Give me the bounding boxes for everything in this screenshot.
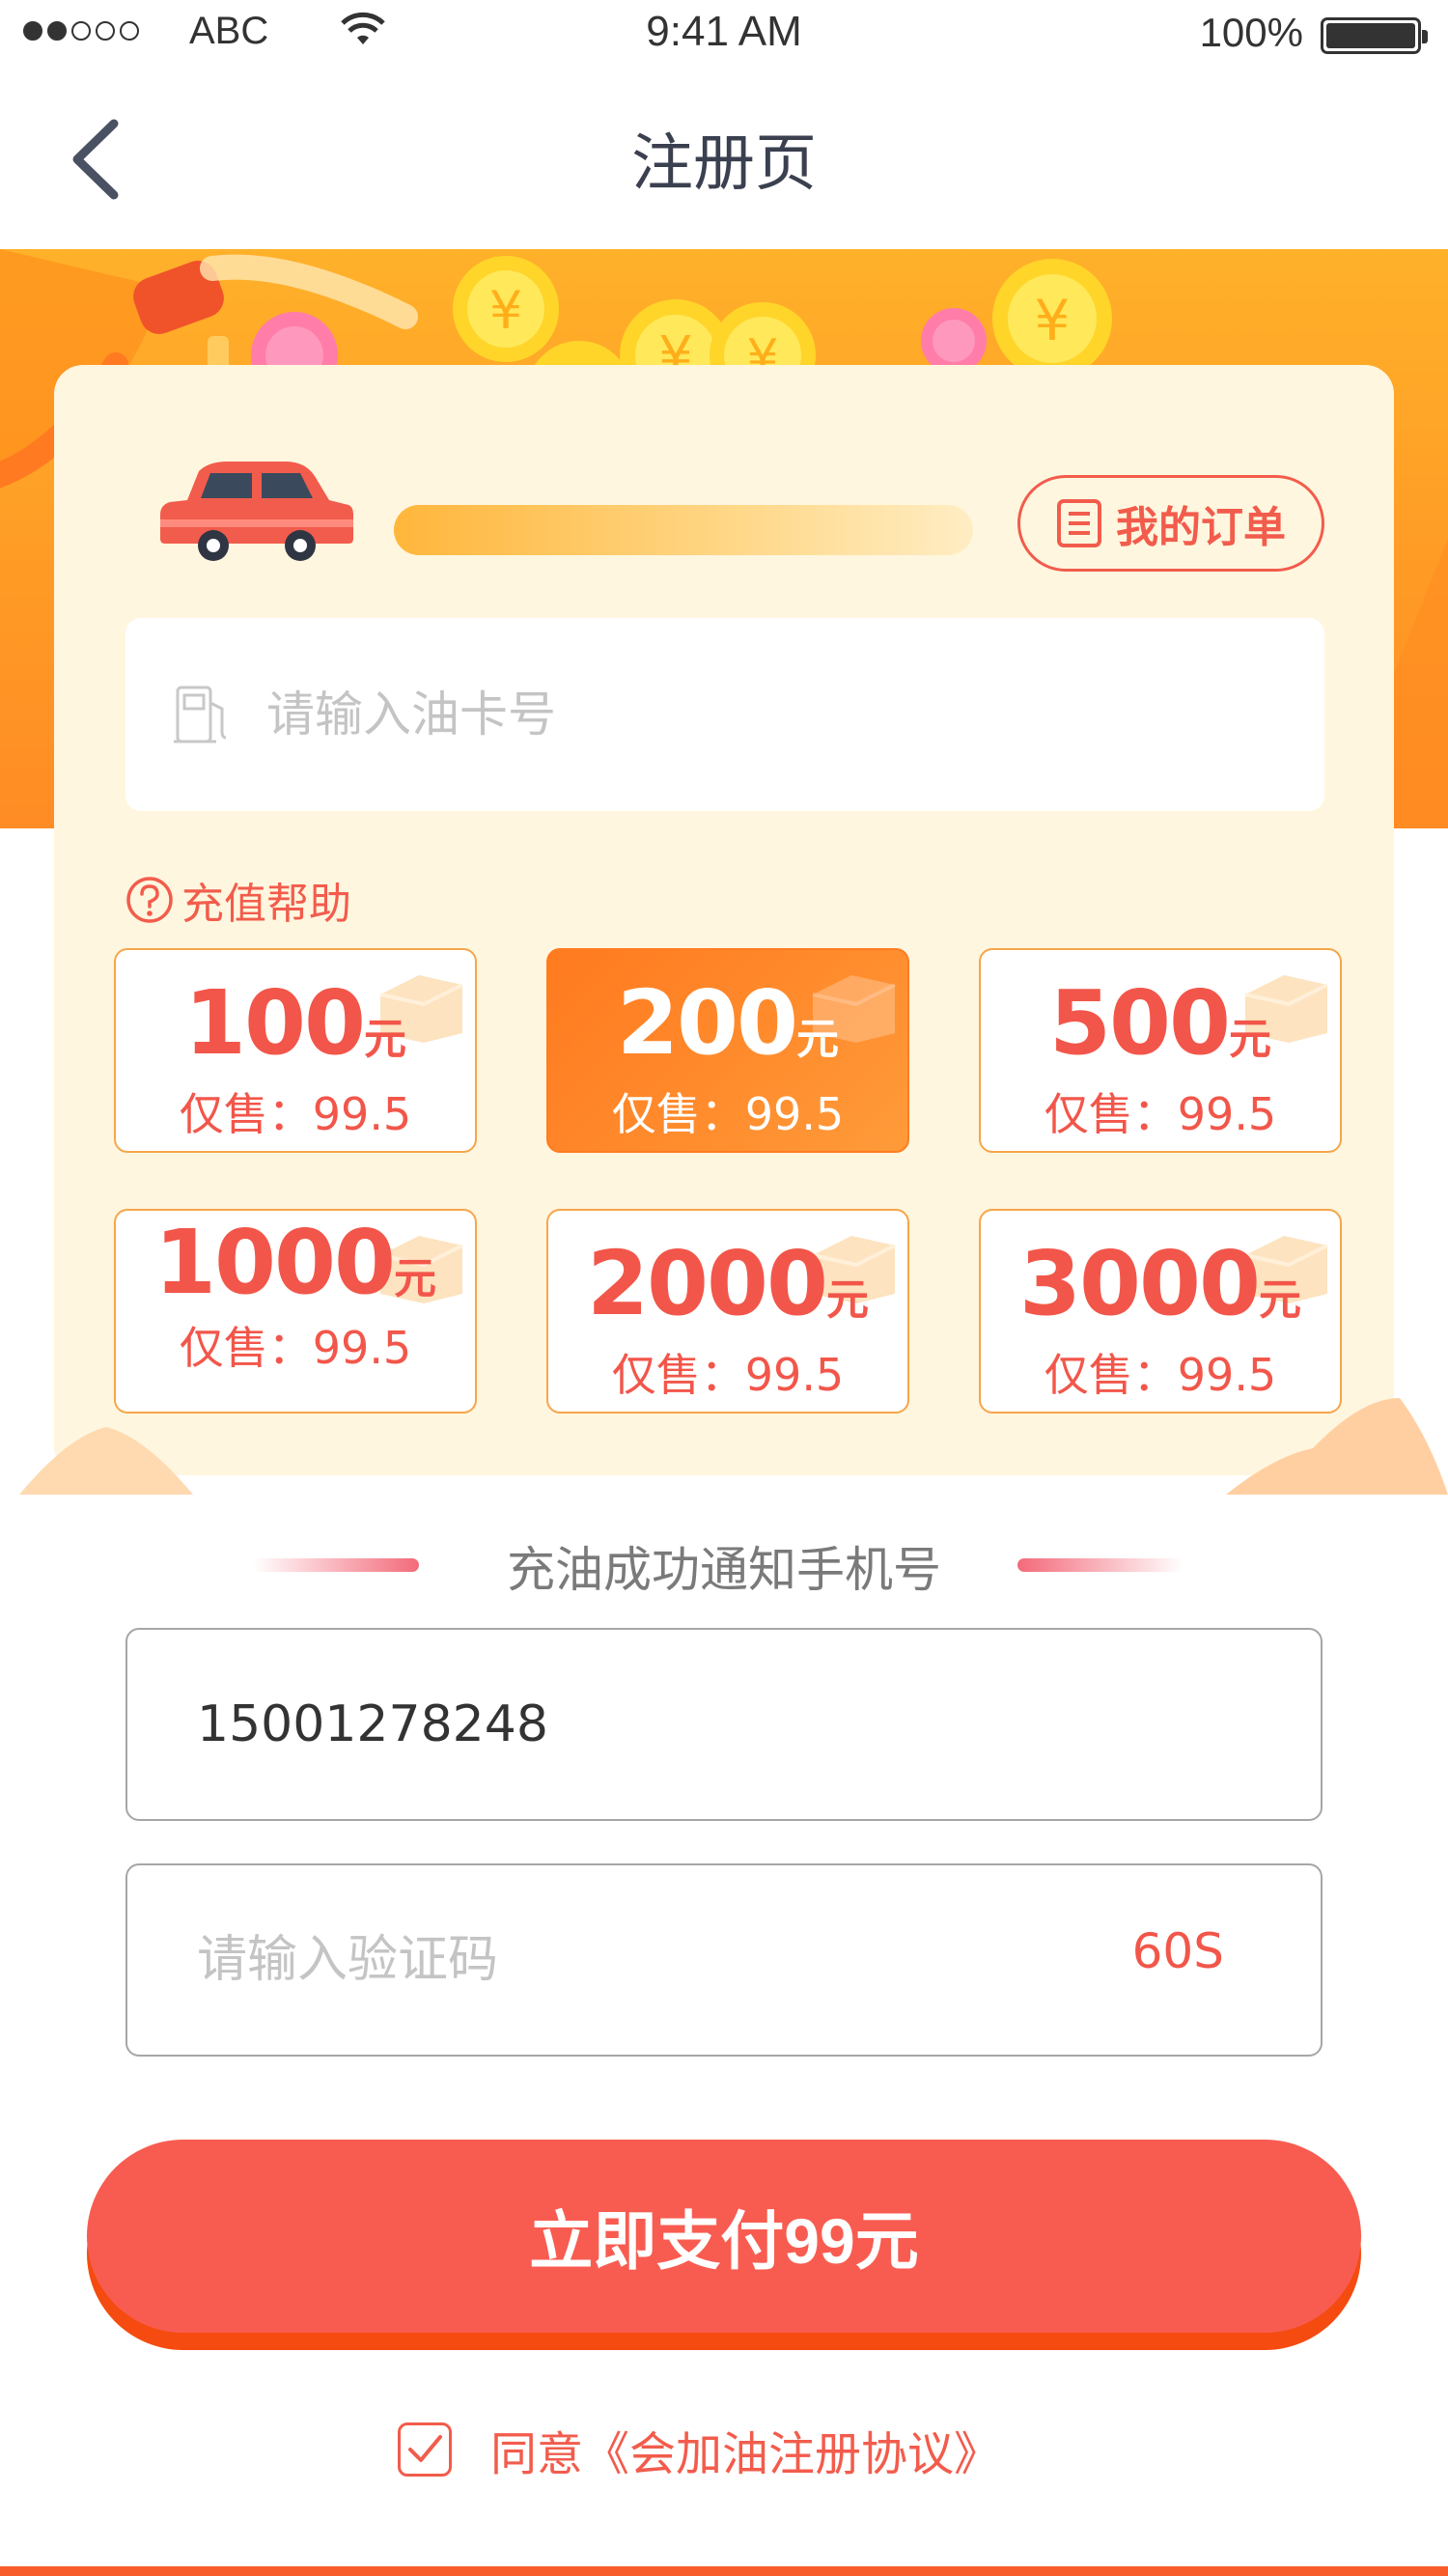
phone-section-title: 充油成功通知手机号 (507, 1542, 941, 1598)
phone-number-input[interactable] (197, 1695, 1017, 1753)
checkmark-icon (408, 2435, 442, 2462)
option-amount: 1000元 (116, 1211, 475, 1314)
mountain-decoration (19, 1398, 1448, 1495)
phone-section-header: 充油成功通知手机号 (0, 1531, 1448, 1599)
recharge-option-3000[interactable]: 3000元仅售：99.5 (979, 1209, 1342, 1414)
agreement-row: 同意《会加油注册协议》 (398, 2416, 1000, 2483)
bottom-accent-bar (0, 2566, 1448, 2576)
option-amount-value: 500 (1048, 971, 1231, 1075)
agreement-checkbox[interactable] (398, 2422, 452, 2477)
fuel-pump-icon (174, 686, 227, 743)
page-title: 注册页 (631, 128, 817, 200)
option-amount: 2000元 (548, 1232, 907, 1335)
verification-code-input[interactable] (197, 1931, 1017, 1989)
option-amount-unit: 元 (364, 1015, 407, 1064)
option-amount-value: 3000 (1018, 1232, 1261, 1335)
option-amount-unit: 元 (796, 1015, 840, 1064)
option-amount: 3000元 (981, 1232, 1340, 1335)
option-amount-unit: 元 (826, 1275, 870, 1325)
recharge-option-200[interactable]: 200元仅售：99.5 (546, 948, 909, 1153)
recharge-option-100[interactable]: 100元仅售：99.5 (114, 948, 477, 1153)
fuel-card-input-box (125, 618, 1324, 811)
fuel-card-number-input[interactable] (266, 686, 1135, 742)
nav-bar: 注册页 (0, 68, 1448, 251)
option-amount-unit: 元 (394, 1254, 437, 1303)
fuel-progress-bar (394, 505, 973, 555)
pay-now-button[interactable]: 立即支付99元 (87, 2140, 1361, 2333)
battery-icon (1321, 17, 1428, 54)
option-price: 仅售：99.5 (1044, 1088, 1277, 1140)
pay-now-label: 立即支付99元 (529, 2205, 919, 2277)
option-amount: 100元 (116, 971, 475, 1075)
order-list-icon (1057, 499, 1101, 547)
option-price: 仅售：99.5 (611, 1088, 845, 1140)
option-amount: 500元 (981, 971, 1340, 1075)
option-price: 仅售：99.5 (1044, 1349, 1277, 1401)
recharge-help-link[interactable]: 充值帮助 (125, 869, 351, 931)
code-countdown-button[interactable]: 60S (1132, 1923, 1224, 1979)
recharge-option-2000[interactable]: 2000元仅售：99.5 (546, 1209, 909, 1414)
question-circle-icon (126, 877, 173, 923)
recharge-option-500[interactable]: 500元仅售：99.5 (979, 948, 1342, 1153)
status-bar: ABC 9:41 AM 100% (0, 0, 1448, 68)
option-price: 仅售：99.5 (179, 1088, 412, 1140)
option-price: 仅售：99.5 (611, 1349, 845, 1401)
option-price: 仅售：99.5 (179, 1322, 412, 1374)
title-decoration-right (1017, 1558, 1183, 1572)
option-amount-unit: 元 (1229, 1015, 1272, 1064)
verification-code-field: 60S (125, 1863, 1323, 2057)
car-icon (160, 462, 353, 561)
option-amount-value: 200 (616, 971, 798, 1075)
phone-field (125, 1628, 1323, 1821)
agreement-link[interactable]: 同意《会加油注册协议》 (490, 2416, 1000, 2483)
option-amount-value: 2000 (586, 1232, 828, 1335)
svg-text:¥: ¥ (1035, 288, 1071, 353)
option-amount-unit: 元 (1259, 1275, 1302, 1325)
option-amount: 200元 (548, 971, 907, 1075)
option-amount-value: 1000 (153, 1211, 396, 1314)
my-orders-label: 我的订单 (1116, 503, 1286, 552)
recharge-help-label: 充值帮助 (181, 880, 351, 929)
my-orders-button[interactable]: 我的订单 (1017, 475, 1324, 572)
svg-text:¥: ¥ (489, 280, 522, 341)
battery-percent: 100% (1199, 10, 1303, 55)
option-amount-value: 100 (183, 971, 366, 1075)
recharge-option-1000[interactable]: 1000元仅售：99.5 (114, 1209, 477, 1414)
